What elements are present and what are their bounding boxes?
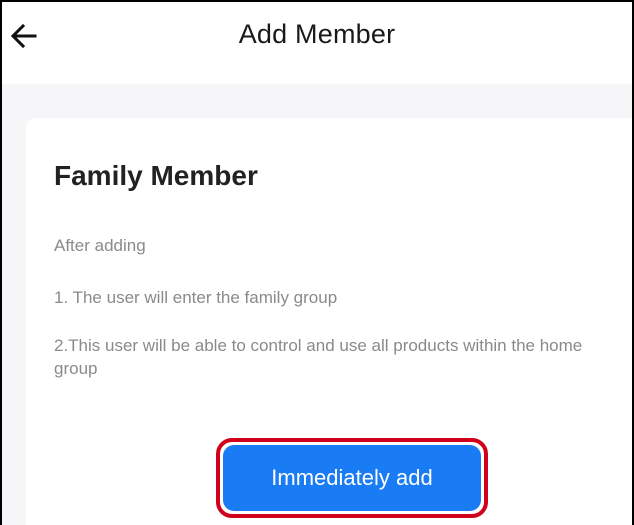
description-point-1: 1. The user will enter the family group bbox=[54, 288, 338, 307]
app-screen: Add Member Family Member After adding 1.… bbox=[0, 0, 634, 525]
card-title: Family Member bbox=[54, 160, 258, 191]
top-bar: Add Member bbox=[2, 2, 632, 84]
description-point-2: 2.This user will be able to control and … bbox=[54, 336, 583, 378]
intro-text: After adding bbox=[54, 236, 146, 255]
member-type-card: Family Member After adding 1. The user w… bbox=[26, 118, 632, 525]
page-title: Add Member bbox=[238, 19, 396, 49]
immediately-add-button-label: Immediately add bbox=[223, 445, 481, 511]
immediately-add-button[interactable]: Immediately add bbox=[216, 438, 488, 518]
